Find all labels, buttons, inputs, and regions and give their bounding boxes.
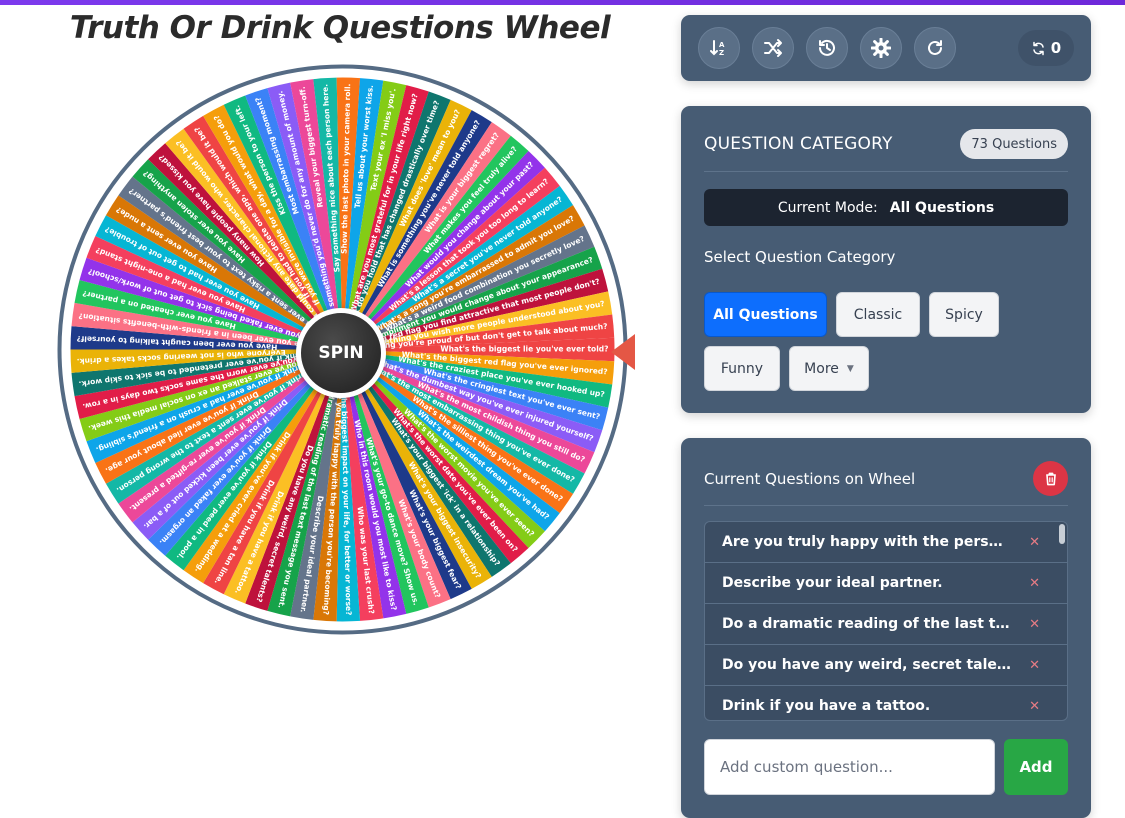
question-text: Are you truly happy with the person you'…: [722, 534, 1012, 550]
current-mode-bar: Current Mode: All Questions: [704, 189, 1068, 226]
remove-icon[interactable]: ✕: [1029, 617, 1040, 632]
redo-icon: [928, 40, 942, 55]
svg-text:Z: Z: [719, 49, 724, 57]
current-questions-title: Current Questions on Wheel: [704, 470, 916, 488]
mode-value: All Questions: [889, 199, 995, 216]
redo-button[interactable]: [914, 27, 956, 69]
shuffle-button[interactable]: [752, 27, 794, 69]
spin-count: 0: [1050, 39, 1062, 57]
sync-icon: [1033, 41, 1044, 55]
wheel-segment-label: What's the biggest lie you've ever told?: [440, 345, 608, 354]
list-item: Drink if you have a tattoo. ✕: [705, 686, 1067, 720]
page-title: Truth Or Drink Questions Wheel: [69, 10, 611, 46]
list-item: Describe your ideal partner. ✕: [705, 563, 1067, 604]
question-text: Describe your ideal partner.: [722, 575, 943, 591]
settings-button[interactable]: [860, 27, 902, 69]
question-count-badge: 73 Questions: [960, 129, 1068, 159]
trash-icon: [1045, 472, 1056, 485]
list-item: Do you have any weird, secret talents? ✕: [705, 645, 1067, 686]
caret-down-icon: ▼: [846, 363, 854, 374]
add-question-button[interactable]: Add: [1004, 739, 1068, 795]
remove-icon[interactable]: ✕: [1029, 658, 1040, 673]
remove-icon[interactable]: ✕: [1029, 535, 1040, 550]
top-accent-bar: [0, 0, 1125, 5]
category-panel: QUESTION CATEGORY 73 Questions Current M…: [681, 106, 1091, 413]
category-chip-funny[interactable]: Funny: [704, 346, 780, 391]
list-item: Do a dramatic reading of the last text y…: [705, 604, 1067, 645]
wheel-pointer-icon: [611, 334, 635, 370]
mode-label: Current Mode:: [777, 199, 878, 216]
remove-icon[interactable]: ✕: [1029, 699, 1040, 714]
question-list[interactable]: Are you truly happy with the person you'…: [704, 521, 1068, 721]
category-chip-spicy[interactable]: Spicy: [929, 292, 999, 337]
toolbar-panel: A Z 0: [681, 15, 1091, 81]
category-more-dropdown[interactable]: More ▼: [789, 346, 869, 391]
sort-icon: A Z: [710, 40, 725, 57]
more-label: More: [804, 360, 839, 377]
category-chip-classic[interactable]: Classic: [836, 292, 920, 337]
question-text: Do you have any weird, secret talents?: [722, 657, 1012, 673]
spin-counter: 0: [1018, 30, 1074, 66]
select-category-label: Select Question Category: [704, 248, 896, 266]
question-text: Drink if you have a tattoo.: [722, 698, 931, 714]
shuffle-icon: [764, 39, 782, 57]
question-text: Do a dramatic reading of the last text y…: [722, 616, 1012, 632]
list-scrollbar[interactable]: [1059, 524, 1065, 544]
divider: [704, 505, 1068, 506]
remove-icon[interactable]: ✕: [1029, 576, 1040, 591]
spin-button[interactable]: SPIN: [296, 308, 386, 398]
clear-all-button[interactable]: [1033, 461, 1068, 496]
settings-icon: [871, 38, 891, 58]
list-item: Are you truly happy with the person you'…: [705, 522, 1067, 563]
custom-question-input[interactable]: [704, 739, 995, 795]
category-chip-all[interactable]: All Questions: [704, 292, 827, 337]
sort-button[interactable]: A Z: [698, 27, 740, 69]
history-icon: [819, 39, 835, 56]
svg-text:A: A: [719, 41, 725, 49]
divider: [704, 171, 1068, 172]
history-button[interactable]: [806, 27, 848, 69]
category-title: QUESTION CATEGORY: [704, 134, 893, 154]
current-questions-panel: Current Questions on Wheel Are you truly…: [681, 438, 1091, 818]
